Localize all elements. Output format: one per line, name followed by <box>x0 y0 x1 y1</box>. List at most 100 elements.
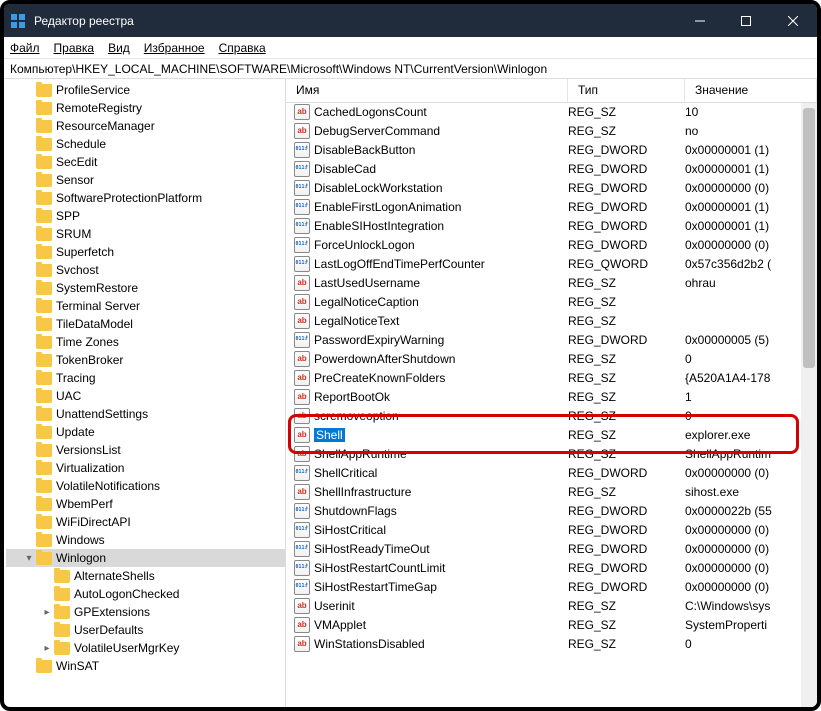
value-row[interactable]: PreCreateKnownFoldersREG_SZ{A520A1A4-178 <box>286 368 817 387</box>
value-row[interactable]: DisableCadREG_DWORD0x00000001 (1) <box>286 159 817 178</box>
value-row[interactable]: ShellREG_SZexplorer.exe <box>286 425 817 444</box>
tree-item[interactable]: UnattendSettings <box>6 405 285 423</box>
value-row[interactable]: VMAppletREG_SZSystemProperti <box>286 615 817 634</box>
tree-twisty-icon[interactable]: ▸ <box>40 607 54 618</box>
value-row[interactable]: LegalNoticeCaptionREG_SZ <box>286 292 817 311</box>
value-row[interactable]: DebugServerCommandREG_SZno <box>286 121 817 140</box>
tree-item[interactable]: SystemRestore <box>6 279 285 297</box>
value-row[interactable]: SiHostReadyTimeOutREG_DWORD0x00000000 (0… <box>286 539 817 558</box>
tree-item[interactable]: ▸VolatileUserMgrKey <box>6 639 285 657</box>
tree-item[interactable]: ResourceManager <box>6 117 285 135</box>
tree-item[interactable]: Virtualization <box>6 459 285 477</box>
titlebar[interactable]: Редактор реестра <box>4 4 817 37</box>
tree-item[interactable]: SRUM <box>6 225 285 243</box>
tree-item[interactable]: AlternateShells <box>6 567 285 585</box>
value-row[interactable]: EnableFirstLogonAnimationREG_DWORD0x0000… <box>286 197 817 216</box>
column-name[interactable]: Имя <box>286 79 568 102</box>
value-row[interactable]: ShellCriticalREG_DWORD0x00000000 (0) <box>286 463 817 482</box>
tree-item[interactable]: SPP <box>6 207 285 225</box>
value-row[interactable]: PowerdownAfterShutdownREG_SZ0 <box>286 349 817 368</box>
tree-item[interactable]: TokenBroker <box>6 351 285 369</box>
list-header: Имя Тип Значение <box>286 79 817 103</box>
list-scrollbar[interactable] <box>801 103 817 707</box>
folder-icon <box>36 354 52 367</box>
column-type[interactable]: Тип <box>568 79 685 102</box>
value-type: REG_DWORD <box>568 143 685 157</box>
scrollbar-thumb[interactable] <box>803 108 815 368</box>
value-row[interactable]: EnableSIHostIntegrationREG_DWORD0x000000… <box>286 216 817 235</box>
menu-favorites[interactable]: Избранное <box>144 41 205 55</box>
folder-icon <box>36 660 52 673</box>
value-row[interactable]: SiHostRestartTimeGapREG_DWORD0x00000000 … <box>286 577 817 596</box>
value-type: REG_DWORD <box>568 238 685 252</box>
tree-item[interactable]: TileDataModel <box>6 315 285 333</box>
binary-value-icon <box>294 180 310 196</box>
tree-item[interactable]: Terminal Server <box>6 297 285 315</box>
value-row[interactable]: DisableLockWorkstationREG_DWORD0x0000000… <box>286 178 817 197</box>
tree-item[interactable]: Sensor <box>6 171 285 189</box>
tree-item[interactable]: AutoLogonChecked <box>6 585 285 603</box>
value-row[interactable]: SiHostCriticalREG_DWORD0x00000000 (0) <box>286 520 817 539</box>
tree-item[interactable]: Svchost <box>6 261 285 279</box>
list-body[interactable]: BackgroundREG_SZ0 0 0CachedLogonsCountRE… <box>286 103 817 707</box>
tree-item-label: Schedule <box>56 137 106 151</box>
address-bar[interactable]: Компьютер\HKEY_LOCAL_MACHINE\SOFTWARE\Mi… <box>4 59 817 79</box>
tree-item[interactable]: ProfileService <box>6 81 285 99</box>
tree-item[interactable]: Superfetch <box>6 243 285 261</box>
value-row[interactable]: ShellAppRuntimeREG_SZShellAppRuntim <box>286 444 817 463</box>
tree-item[interactable]: ▾Winlogon <box>6 549 285 567</box>
tree-item[interactable]: Time Zones <box>6 333 285 351</box>
maximize-button[interactable] <box>723 4 769 37</box>
tree-item[interactable]: VolatileNotifications <box>6 477 285 495</box>
tree-item[interactable]: Schedule <box>6 135 285 153</box>
tree-item[interactable]: RemoteRegistry <box>6 99 285 117</box>
value-row[interactable]: ReportBootOkREG_SZ1 <box>286 387 817 406</box>
minimize-button[interactable] <box>677 4 723 37</box>
value-row[interactable]: scremoveoptionREG_SZ0 <box>286 406 817 425</box>
value-row[interactable]: ForceUnlockLogonREG_DWORD0x00000000 (0) <box>286 235 817 254</box>
tree-item[interactable]: ▸GPExtensions <box>6 603 285 621</box>
tree-item[interactable]: Windows <box>6 531 285 549</box>
value-row[interactable]: SiHostRestartCountLimitREG_DWORD0x000000… <box>286 558 817 577</box>
app-icon <box>10 13 26 29</box>
column-value[interactable]: Значение <box>685 79 817 102</box>
tree-pane[interactable]: ProfileServiceRemoteRegistry ResourceMana… <box>4 79 286 707</box>
value-type: REG_DWORD <box>568 162 685 176</box>
menu-help[interactable]: Справка <box>219 41 266 55</box>
tree-item[interactable]: UserDefaults <box>6 621 285 639</box>
folder-icon <box>36 516 52 529</box>
tree-item-label: Sensor <box>56 173 94 187</box>
string-value-icon <box>294 408 310 424</box>
value-row[interactable]: WinStationsDisabledREG_SZ0 <box>286 634 817 653</box>
tree-twisty-icon[interactable]: ▸ <box>40 643 54 654</box>
tree-item[interactable]: WinSAT <box>6 657 285 675</box>
tree-item-label: ResourceManager <box>56 119 155 133</box>
value-row[interactable]: ShellInfrastructureREG_SZsihost.exe <box>286 482 817 501</box>
menu-file[interactable]: Файл <box>10 41 40 55</box>
value-row[interactable]: PasswordExpiryWarningREG_DWORD0x00000005… <box>286 330 817 349</box>
tree-item[interactable]: SoftwareProtectionPlatform <box>6 189 285 207</box>
value-name: SiHostRestartTimeGap <box>314 580 437 594</box>
tree-item[interactable]: WiFiDirectAPI <box>6 513 285 531</box>
value-data: {A520A1A4-178 <box>685 371 817 385</box>
value-data: 0 <box>685 409 817 423</box>
value-row[interactable]: LastUsedUsernameREG_SZohrau <box>286 273 817 292</box>
tree-item[interactable]: WbemPerf <box>6 495 285 513</box>
value-row[interactable]: CachedLogonsCountREG_SZ10 <box>286 103 817 121</box>
close-button[interactable] <box>769 4 817 37</box>
tree-item[interactable]: Update <box>6 423 285 441</box>
binary-value-icon <box>294 161 310 177</box>
tree-item[interactable]: VersionsList <box>6 441 285 459</box>
value-row[interactable]: ShutdownFlagsREG_DWORD0x0000022b (55 <box>286 501 817 520</box>
value-row[interactable]: LastLogOffEndTimePerfCounterREG_QWORD0x5… <box>286 254 817 273</box>
value-row[interactable]: UserinitREG_SZC:\Windows\sys <box>286 596 817 615</box>
tree-item[interactable]: UAC <box>6 387 285 405</box>
value-row[interactable]: DisableBackButtonREG_DWORD0x00000001 (1) <box>286 140 817 159</box>
tree-twisty-icon[interactable]: ▾ <box>22 553 36 564</box>
value-data: 0x00000001 (1) <box>685 143 817 157</box>
tree-item[interactable]: SecEdit <box>6 153 285 171</box>
tree-item[interactable]: Tracing <box>6 369 285 387</box>
value-row[interactable]: LegalNoticeTextREG_SZ <box>286 311 817 330</box>
menu-edit[interactable]: Правка <box>54 41 95 55</box>
menu-view[interactable]: Вид <box>108 41 130 55</box>
